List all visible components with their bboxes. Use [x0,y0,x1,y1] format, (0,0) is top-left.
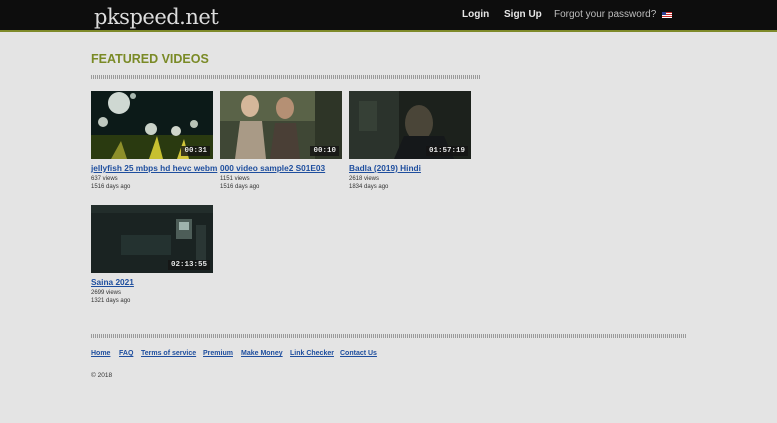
footer-link-make-money[interactable]: Make Money [241,350,283,357]
video-views: 1151 views [220,176,250,182]
video-age: 1516 days ago [220,184,260,190]
video-title-link[interactable]: Badla (2019) Hindi [349,163,471,173]
video-duration: 01:57:19 [425,146,468,156]
video-thumbnail[interactable]: 01:57:19 [349,91,471,159]
login-link[interactable]: Login [462,9,489,21]
video-thumbnail[interactable]: 00:10 [220,91,342,159]
footer-link-link-checker[interactable]: Link Checker [290,350,334,357]
video-card: 01:57:19 Badla (2019) Hindi 2618 views 1… [349,91,471,191]
video-views: 2618 views [349,176,380,182]
header-bar: pkspeed.net Login Sign Up Forgot your pa… [0,0,777,32]
divider [91,75,480,79]
video-card: 02:13:55 Saina 2021 2699 views 1321 days… [91,205,213,305]
footer-link-home[interactable]: Home [91,350,110,357]
video-title-link[interactable]: Saina 2021 [91,277,213,287]
video-views: 2699 views [91,290,122,296]
footer-link-contact[interactable]: Contact Us [340,350,377,357]
video-card: 00:31 jellyfish 25 mbps hd hevc webm 637… [91,91,217,191]
video-age: 1516 days ago [91,184,131,190]
footer-divider [91,334,686,338]
video-views: 637 views [91,176,118,182]
copyright-text: © 2018 [91,372,113,379]
video-duration: 02:13:55 [167,260,210,270]
site-logo[interactable]: pkspeed.net [94,6,219,28]
video-age: 1321 days ago [91,298,131,304]
forgot-password-link[interactable]: Forgot your password? [554,9,656,21]
video-title-link[interactable]: 000 video sample2 S01E03 [220,163,342,173]
video-duration: 00:31 [181,146,210,156]
video-age: 1834 days ago [349,184,389,190]
footer-link-terms[interactable]: Terms of service [141,350,196,357]
footer-link-faq[interactable]: FAQ [119,350,133,357]
signup-link[interactable]: Sign Up [504,9,542,21]
video-card: 00:10 000 video sample2 S01E03 1151 view… [220,91,342,191]
video-duration: 00:10 [310,146,339,156]
us-flag-icon[interactable] [662,12,672,18]
video-title-link[interactable]: jellyfish 25 mbps hd hevc webm [91,163,217,173]
footer-link-premium[interactable]: Premium [203,350,233,357]
video-thumbnail[interactable]: 02:13:55 [91,205,213,273]
section-title: FEATURED VIDEOS [91,52,209,66]
video-thumbnail[interactable]: 00:31 [91,91,213,159]
